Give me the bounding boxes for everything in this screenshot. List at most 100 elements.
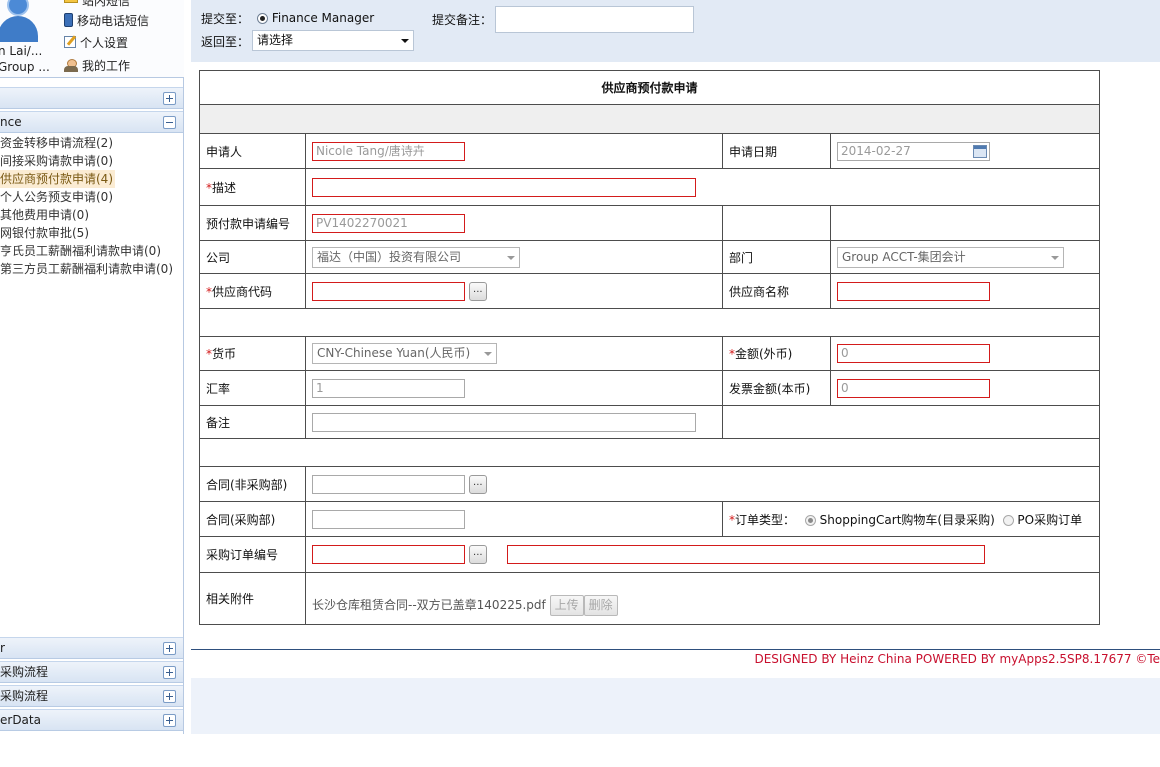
order-type-option-shoppingcart[interactable]: ShoppingCart购物车(目录采购) [804,512,995,527]
chevron-down-icon [401,39,409,43]
submit-to-option[interactable]: Finance Manager [257,11,374,25]
quick-link-personal-settings[interactable]: 个人设置 [64,33,128,51]
section-separator [198,308,1101,337]
radio-icon[interactable] [1002,514,1014,526]
empty-cell [722,205,831,241]
submit-note-label: 提交备注： [432,13,493,27]
amount-field[interactable]: 0 [837,344,990,363]
department-select[interactable]: Group ACCT-集团会计 [837,246,1064,268]
expand-icon[interactable] [163,92,176,105]
order-type-option-label: PO采购订单 [1017,512,1083,527]
company-select[interactable]: 福达（中国）投资有限公司 [312,246,520,268]
quick-link-label: 移动电话短信 [77,13,150,28]
expand-icon[interactable] [163,690,176,703]
po-lookup-button[interactable]: ... [468,545,487,564]
mobile-phone-icon [64,13,73,27]
return-to-label: 返回至： [201,35,250,49]
main-content: 提交至： Finance Manager 提交备注： 返回至： 请选择 供应商预… [191,0,1160,734]
prepay-no-label: 预付款申请编号 [199,205,306,241]
workflow-item[interactable]: 网银付款审批(5) [0,224,91,242]
department-value: Group ACCT-集团会计 [842,249,966,264]
expand-icon[interactable] [163,666,176,679]
order-type-label: 订单类型： [735,512,796,527]
remark-label: 备注 [199,405,306,439]
section-label: nce [0,115,22,129]
quick-link-label: 个人设置 [80,35,129,50]
company-label: 公司 [199,240,306,274]
section-label: r [0,641,5,655]
remark-field[interactable] [312,412,696,432]
po-no-field[interactable] [312,545,465,564]
contract-nonpurch-label: 合同(非采购部) [199,466,306,502]
sidebar-section[interactable]: erData [0,709,183,731]
calendar-icon[interactable] [973,144,987,158]
company-value: 福达（中国）投资有限公司 [317,249,462,264]
chevron-down-icon [484,352,492,356]
prepayment-form: 供应商预付款申请 申请人 Nicole Tang/唐诗卉 申请日期 2014-0… [198,70,1101,625]
apply-date-value: 2014-02-27 [841,143,911,158]
prepay-no-field[interactable]: PV1402270021 [312,213,465,233]
quick-link-label: 我的工作 [82,58,131,73]
department-label: 部门 [722,240,831,274]
invoice-amount-field[interactable]: 0 [837,378,990,398]
apply-date-field[interactable]: 2014-02-27 [837,141,990,161]
order-type-option-po[interactable]: PO采购订单 [1002,512,1083,527]
expand-icon[interactable] [163,714,176,727]
contract-purch-field[interactable] [312,509,465,529]
vendor-lookup-button[interactable]: ... [468,281,487,301]
upload-button[interactable]: 上传 [549,595,584,616]
expand-icon[interactable] [163,642,176,655]
vendor-name-field[interactable] [837,281,990,301]
footer-divider [191,649,1160,650]
applicant-field[interactable]: Nicole Tang/唐诗卉 [312,141,465,161]
radio-selected-icon[interactable] [257,13,268,24]
contract-nonpurch-field[interactable] [312,474,465,494]
po-description-field[interactable] [506,545,985,564]
user-avatar-icon [0,0,42,42]
submit-to-label: 提交至： [201,12,250,26]
vendor-code-label: 供应商代码 [212,284,273,299]
section-separator [198,438,1101,467]
workflow-item[interactable]: 个人公务预支申请(0) [0,188,115,206]
left-sidebar: n Lai/... Group ... 站内短信 移动电话短信 个人设置 我的工… [0,0,184,734]
section-separator [198,104,1101,134]
sidebar-section[interactable]: 采购流程 [0,661,183,683]
empty-cell [829,205,1101,241]
submit-note-input[interactable] [495,6,694,33]
applicant-label: 申请人 [199,133,306,169]
description-label: 描述 [212,180,237,195]
quick-link-internal-message[interactable]: 站内短信 [64,0,130,9]
workflow-item[interactable]: 资金转移申请流程(2) [0,134,115,152]
submit-to-value: Finance Manager [271,11,375,25]
radio-selected-icon[interactable] [804,514,816,526]
quick-link-my-work[interactable]: 我的工作 [64,56,130,74]
workflow-item[interactable]: 间接采购请款申请(0) [0,152,115,170]
sidebar-section[interactable]: 采购流程 [0,685,183,707]
description-field[interactable] [312,177,696,197]
workflow-item[interactable]: 第三方员工薪酬福利请款申请(0) [0,260,175,278]
attachment-file-link[interactable]: 长沙仓库租赁合同--双方已盖章140225.pdf [312,598,546,612]
return-to-select[interactable]: 请选择 [252,30,414,51]
sidebar-section-finance[interactable]: nce [0,111,183,133]
workflow-item[interactable]: 其他费用申请(0) [0,206,91,224]
currency-select[interactable]: CNY-Chinese Yuan(人民币) [312,343,497,364]
quick-link-sms[interactable]: 移动电话短信 [64,11,149,29]
sidebar-section-collapsed[interactable] [0,87,183,109]
workflow-toolbar: 提交至： Finance Manager 提交备注： 返回至： 请选择 [191,0,1160,62]
po-no-label: 采购订单编号 [199,536,306,573]
user-name: n Lai/... [0,44,43,58]
edit-settings-icon [64,36,76,48]
sidebar-section[interactable]: r [0,637,183,659]
vendor-name-label: 供应商名称 [722,273,831,309]
workflow-item[interactable]: 亨氏员工薪酬福利请款申请(0) [0,242,163,260]
collapse-icon[interactable] [163,116,176,129]
vendor-code-field[interactable] [312,281,465,301]
order-type-option-label: ShoppingCart购物车(目录采购) [819,512,995,527]
rate-field[interactable]: 1 [312,378,465,398]
delete-button[interactable]: 删除 [583,595,618,616]
workflow-item-active[interactable]: 供应商预付款申请(4) [0,170,115,188]
amount-label: 金额(外币) [735,347,793,361]
currency-value: CNY-Chinese Yuan(人民币) [317,346,471,360]
contract-lookup-button[interactable]: ... [468,474,487,494]
invoice-amount-label: 发票金额(本币) [722,370,831,406]
